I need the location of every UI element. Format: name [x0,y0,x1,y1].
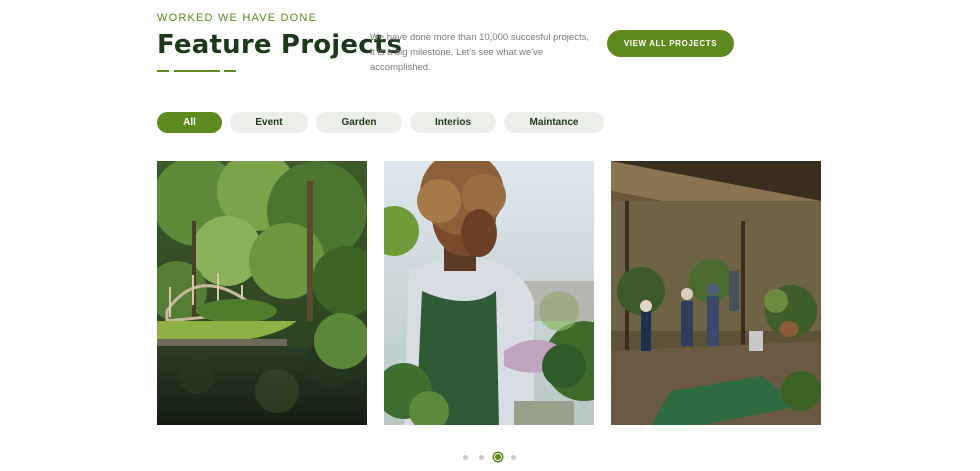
carousel-dot-1[interactable] [463,455,468,460]
filter-maintance[interactable]: Maintance [504,112,604,133]
filter-garden[interactable]: Garden [316,112,402,133]
project-card-garden-pond[interactable] [157,161,367,425]
section-eyebrow: WORKED WE HAVE DONE [157,12,318,24]
title-underline-1 [157,70,169,72]
title-underline-3 [224,70,236,72]
project-card-woman-gardener[interactable] [384,161,594,425]
garden-workers-photo [611,161,821,425]
carousel-dot-4[interactable] [511,455,516,460]
section-title: Feature Projects [157,30,403,60]
carousel-dot-3[interactable] [494,453,502,461]
woman-gardener-photo [384,161,594,425]
filter-interios[interactable]: Interios [410,112,496,133]
carousel-dot-2[interactable] [479,455,484,460]
project-card-garden-workers[interactable] [611,161,821,425]
view-all-projects-button[interactable]: VIEW ALL PROJECTS [607,30,734,57]
section-description: We have done more than 10,000 succesful … [370,32,589,73]
garden-pond-bridge-photo [157,161,367,425]
filter-event[interactable]: Event [230,112,308,133]
filter-all[interactable]: All [157,112,222,133]
title-underline-2 [174,70,220,72]
